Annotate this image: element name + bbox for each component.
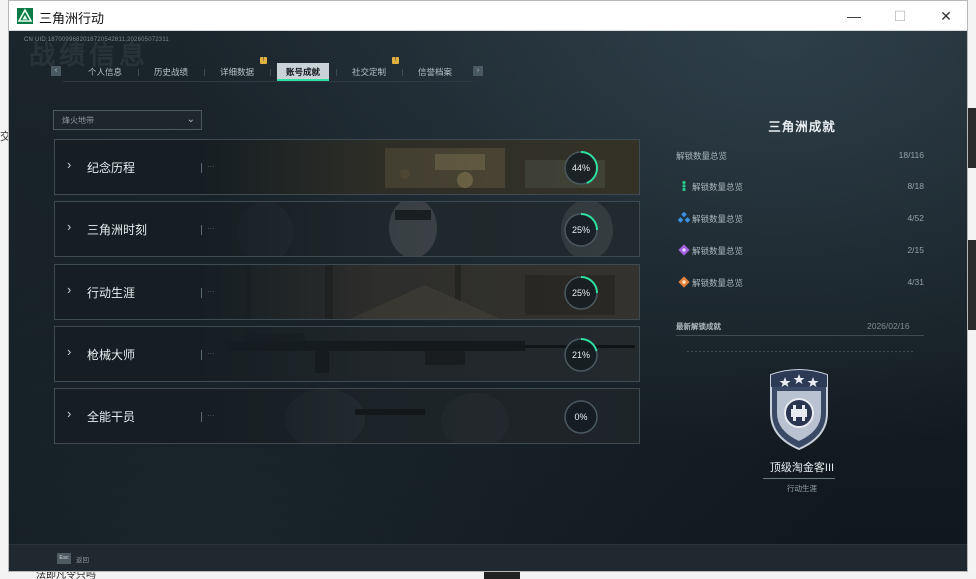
- tab-separator: [336, 69, 337, 76]
- category-card-weapon-master[interactable]: › 枪械大师 ··· 21%: [54, 326, 640, 382]
- category-card-memorial[interactable]: › 纪念历程 ··· 44%: [54, 139, 640, 195]
- category-label: 纪念历程: [87, 161, 136, 175]
- title-bar[interactable]: 三角洲行动 — ☐ ✕: [9, 1, 967, 31]
- mode-filter-dropdown[interactable]: 烽火地带 ⌄: [53, 110, 202, 130]
- category-label: 三角洲时刻: [87, 223, 148, 237]
- uid-line: CN UID:1870099682018720542811,2026050723…: [24, 37, 169, 43]
- close-button[interactable]: ✕: [923, 1, 967, 31]
- card-dots: ···: [207, 349, 215, 358]
- background-window-bottom: 法即凡令只吗: [0, 572, 976, 579]
- window-title: 三角洲行动: [39, 11, 105, 26]
- category-label: 行动生涯: [87, 286, 136, 300]
- tab-achievements[interactable]: 账号成就: [277, 63, 329, 81]
- latest-unlock-label: 最新解锁成就: [676, 322, 721, 331]
- stat-label: 解锁数量总览: [692, 278, 744, 288]
- latest-unlock-date: 2026/02/16: [867, 321, 910, 331]
- maximize-button[interactable]: ☐: [877, 1, 923, 31]
- nav-next-button[interactable]: ›: [473, 66, 483, 76]
- tab-history[interactable]: 历史战绩: [145, 63, 197, 81]
- tier-row-green: 解锁数量总览 8/18: [676, 178, 924, 196]
- stat-label: 解锁数量总览: [692, 246, 744, 256]
- esc-key-hint[interactable]: Esc: [57, 553, 71, 564]
- chevron-right-icon: ›: [67, 282, 72, 297]
- latest-achievement-category: 行动生涯: [787, 484, 817, 493]
- divider: [687, 351, 913, 352]
- stat-label: 解锁数量总览: [692, 182, 744, 192]
- tab-detailed-data[interactable]: 详细数据 !: [211, 57, 267, 81]
- card-dots: ···: [207, 411, 215, 420]
- stat-label: 解锁数量总览: [676, 151, 728, 161]
- tab-separator: [402, 69, 403, 76]
- tab-label: 详细数据: [219, 67, 254, 77]
- chevron-right-icon: ›: [67, 219, 72, 234]
- tab-separator: [138, 69, 139, 76]
- stat-value: 4/31: [907, 277, 924, 287]
- stat-value: 4/52: [907, 213, 924, 223]
- category-card-delta-moments[interactable]: › 三角洲时刻 ··· 25%: [54, 201, 640, 257]
- panel-title: 三角洲成就: [768, 120, 836, 134]
- green-dots-icon: [682, 180, 686, 192]
- tab-personal-info[interactable]: 个人信息: [79, 63, 131, 81]
- orange-diamond-icon: [678, 276, 690, 288]
- tab-reputation[interactable]: 信誉档案: [409, 63, 461, 81]
- card-dots: ···: [207, 224, 215, 233]
- alert-badge-icon: !: [260, 57, 267, 64]
- delta-force-logo-icon: [17, 8, 33, 24]
- divider: [676, 335, 924, 336]
- divider: [763, 478, 835, 479]
- tab-separator: [204, 69, 205, 76]
- nav-prev-button[interactable]: ‹: [51, 66, 61, 76]
- total-unlock-row: 解锁数量总览 18/116: [676, 147, 924, 165]
- card-dots: ···: [207, 162, 215, 171]
- footer-bar: Esc 返回: [9, 544, 967, 571]
- game-window: 三角洲行动 — ☐ ✕ 战绩信息 CN UID:1870099682018720…: [8, 0, 968, 572]
- latest-achievement-name: 顶级淘金客III: [769, 462, 835, 474]
- category-card-all-round-operator[interactable]: › 全能干员 ··· 0%: [54, 388, 640, 444]
- background-window-right: [968, 0, 976, 579]
- minimize-button[interactable]: —: [831, 1, 877, 31]
- progress-percent: 25%: [571, 225, 590, 235]
- background-window-left: 交: [0, 0, 11, 579]
- progress-percent: 0%: [574, 412, 588, 422]
- category-label: 全能干员: [87, 410, 136, 424]
- achievement-badge-shield-icon[interactable]: [765, 365, 833, 451]
- achievements-screen: 战绩信息 CN UID:1870099682018720542811,20260…: [9, 31, 967, 571]
- back-label[interactable]: 返回: [76, 554, 89, 564]
- nav-underline: [63, 81, 473, 82]
- chevron-right-icon: ›: [67, 157, 72, 172]
- blue-diamond-icon: [678, 212, 690, 223]
- stat-value: 2/15: [907, 245, 924, 255]
- background-text: 法即凡令只吗: [36, 572, 96, 579]
- tier-row-orange: 解锁数量总览 4/31: [676, 274, 924, 292]
- tab-social[interactable]: 社交定制 !: [343, 57, 399, 81]
- stat-value: 8/18: [907, 181, 924, 191]
- chevron-down-icon: ⌄: [186, 114, 195, 125]
- purple-diamond-icon: [678, 244, 690, 256]
- tier-row-blue: 解锁数量总览 4/52: [676, 210, 924, 228]
- category-card-career[interactable]: › 行动生涯 ··· 25%: [54, 264, 640, 320]
- stat-value: 18/116: [898, 150, 924, 160]
- progress-percent: 25%: [571, 288, 590, 298]
- chevron-right-icon: ›: [67, 344, 72, 359]
- tab-separator: [270, 69, 271, 76]
- nav-tabs: ‹ 个人信息 历史战绩 详细数据 ! 账号成就 社交定制 ! 信誉档案 ›: [51, 57, 491, 83]
- progress-percent: 21%: [571, 350, 590, 360]
- stat-label: 解锁数量总览: [692, 214, 744, 224]
- card-dots: ···: [207, 287, 215, 296]
- progress-percent: 44%: [571, 163, 590, 173]
- tab-label: 社交定制: [351, 67, 386, 77]
- chevron-right-icon: ›: [67, 406, 72, 421]
- dropdown-value: 烽火地带: [62, 116, 94, 125]
- tier-row-purple: 解锁数量总览 2/15: [676, 242, 924, 260]
- category-label: 枪械大师: [87, 348, 136, 362]
- alert-badge-icon: !: [392, 57, 399, 64]
